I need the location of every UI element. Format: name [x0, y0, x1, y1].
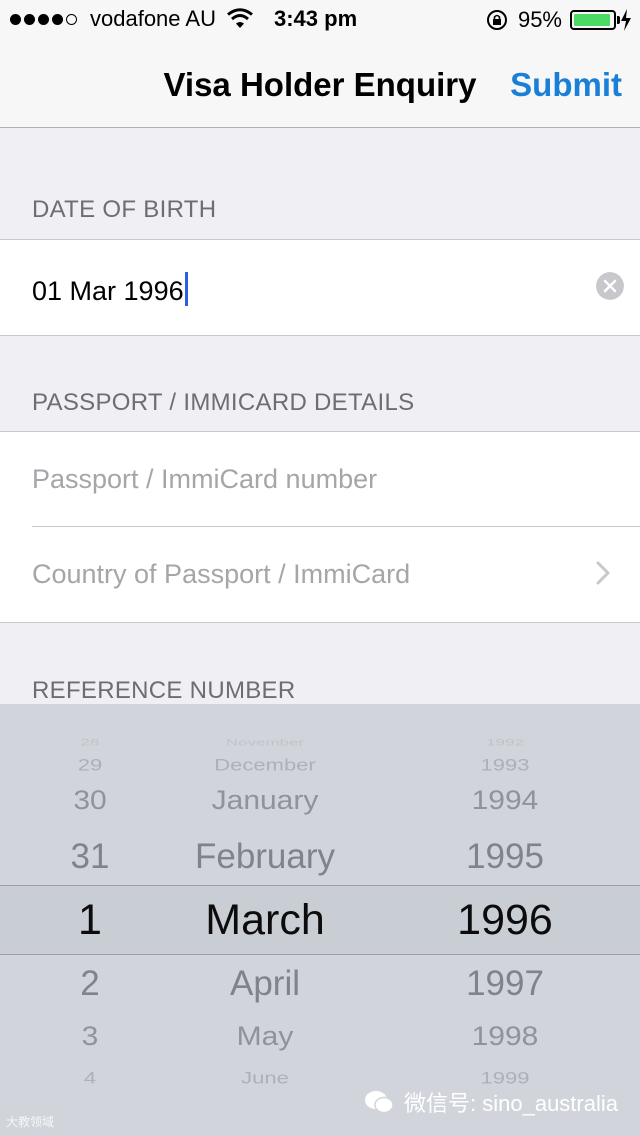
carrier-label: vodafone AU: [90, 6, 216, 31]
dob-field[interactable]: 01 Mar 1996: [0, 240, 640, 335]
picker-month-option[interactable]: April: [230, 966, 300, 1001]
passport-country-placeholder: Country of Passport / ImmiCard: [32, 559, 411, 589]
picker-month-option[interactable]: January: [212, 787, 319, 815]
picker-day-option[interactable]: 30: [73, 787, 106, 815]
picker-day-option[interactable]: 3: [82, 1023, 99, 1051]
dob-value: 01 Mar 1996: [32, 276, 184, 306]
picker-year-option[interactable]: 1997: [466, 966, 544, 1001]
watermark-text: 微信号: sino_australia: [404, 1091, 618, 1116]
reference-section-header: REFERENCE NUMBER: [32, 677, 296, 704]
rotation-lock-icon: [486, 10, 507, 30]
picker-year-option[interactable]: 1994: [472, 787, 539, 815]
picker-month-option[interactable]: June: [241, 1069, 289, 1087]
picker-year-option[interactable]: 1992: [486, 738, 524, 747]
passport-number-input[interactable]: Passport / ImmiCard number: [0, 432, 640, 527]
picker-year-option-selected[interactable]: 1996: [457, 899, 553, 942]
picker-year-option[interactable]: 1999: [481, 1069, 530, 1087]
picker-day-option-selected[interactable]: 1: [78, 899, 102, 942]
picker-year-option[interactable]: 1993: [481, 756, 530, 774]
text-caret: [184, 272, 188, 306]
picker-month-option[interactable]: December: [214, 756, 315, 774]
watermark-left: 大教领域: [6, 1115, 55, 1129]
wifi-icon: [227, 8, 253, 28]
wechat-icon: [365, 1091, 394, 1114]
picker-month-option[interactable]: November: [226, 738, 304, 747]
submit-button[interactable]: Submit: [510, 66, 622, 104]
picker-month-option[interactable]: May: [237, 1023, 294, 1051]
status-bar: vodafone AU 3:43 pm 95%: [0, 0, 640, 40]
picker-year-option[interactable]: 1995: [466, 839, 544, 874]
dob-group: 01 Mar 1996: [0, 239, 640, 336]
charging-bolt-icon: [621, 9, 631, 31]
picker-year-option[interactable]: 1998: [472, 1023, 539, 1051]
battery-icon: [570, 10, 620, 30]
picker-month-option[interactable]: February: [195, 839, 335, 874]
watermark-right: 微信号: sino_australia: [364, 1086, 618, 1118]
picker-day-option[interactable]: 2: [80, 966, 99, 1001]
battery-percent: 95%: [517, 7, 562, 32]
navigation-bar: Visa Holder Enquiry Submit: [0, 40, 640, 128]
dob-section-header: DATE OF BIRTH: [32, 196, 217, 223]
date-picker[interactable]: 28 29 30 31 1 2 3 4 November December January Febru…: [0, 704, 640, 1136]
clear-icon[interactable]: [596, 272, 624, 300]
picker-month-option-selected[interactable]: March: [205, 899, 324, 942]
passport-section-header: PASSPORT / IMMICARD DETAILS: [32, 389, 415, 416]
chevron-right-icon: [596, 561, 610, 585]
picker-day-option[interactable]: 28: [81, 738, 100, 747]
picker-day-option[interactable]: 29: [78, 756, 102, 774]
passport-group: Passport / ImmiCard number Country of Pa…: [0, 431, 640, 623]
picker-day-option[interactable]: 31: [71, 839, 110, 874]
status-time: 3:43 pm: [274, 6, 358, 31]
picker-day-option[interactable]: 4: [84, 1069, 96, 1087]
passport-number-placeholder: Passport / ImmiCard number: [32, 464, 378, 494]
signal-dots-icon: [10, 13, 80, 25]
passport-country-selector[interactable]: Country of Passport / ImmiCard: [0, 527, 640, 622]
